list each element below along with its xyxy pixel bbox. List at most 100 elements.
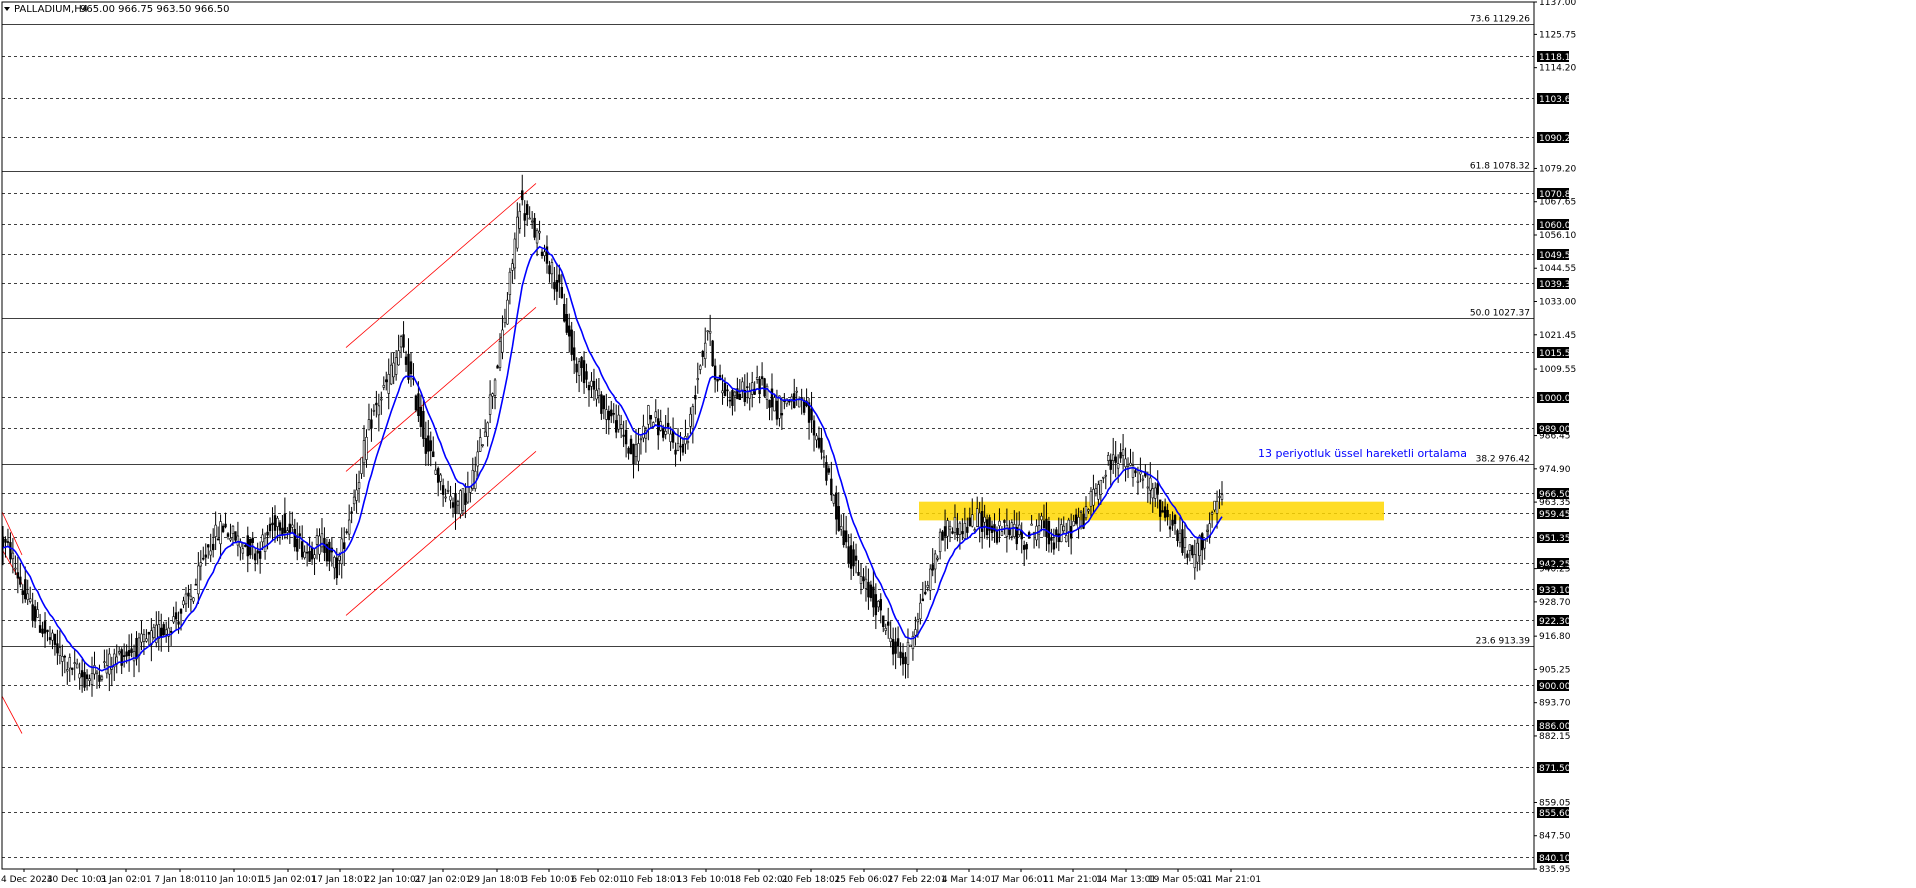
candle-body (177, 621, 180, 625)
candle-body (1173, 515, 1177, 524)
candle-body (607, 410, 610, 421)
x-tick-label: 3 Jan 02:01 (100, 875, 151, 885)
candle-body (555, 280, 559, 292)
candle-body (1094, 488, 1098, 494)
candle-body (998, 520, 1001, 527)
candle-body (543, 251, 546, 256)
candle-body (508, 271, 512, 296)
candle-body (38, 625, 42, 633)
candle-body (956, 527, 959, 536)
y-tick-label: 905.25 (1539, 665, 1571, 675)
candle-body (488, 394, 492, 415)
dropdown-icon[interactable] (4, 7, 10, 11)
candle-body (498, 341, 502, 368)
candle-body (642, 425, 645, 439)
candle-body (716, 378, 719, 382)
candle-body (869, 584, 873, 599)
candle-body (385, 379, 388, 383)
candle-body (830, 478, 833, 496)
candle-body (661, 428, 665, 438)
candle-body (387, 373, 390, 394)
candle-body (382, 385, 385, 388)
candle-body (728, 399, 732, 402)
candle-body (1079, 510, 1083, 513)
candle-body (513, 238, 517, 269)
candle-body (961, 531, 964, 535)
candle-body (182, 600, 185, 606)
candle-body (832, 495, 835, 504)
candle-body (451, 502, 455, 508)
candle-body (444, 496, 447, 499)
candle-body (1196, 542, 1199, 563)
candle-body (560, 286, 564, 299)
candle-body (140, 633, 143, 643)
y-tick-label: 1114.20 (1539, 64, 1576, 74)
candle-body (33, 606, 37, 622)
x-tick-label: 15 Jan 02:01 (260, 875, 317, 885)
candle-body (530, 220, 534, 223)
candle-body (370, 419, 373, 429)
level-badge-label: 886.00 (1539, 722, 1571, 732)
y-tick-label: 963.35 (1539, 498, 1571, 508)
candle-body (847, 546, 850, 564)
level-badge-label: 959.45 (1539, 510, 1571, 520)
candle-body (24, 579, 27, 600)
candle-body (1074, 514, 1078, 524)
candle-body (535, 230, 539, 244)
y-tick-label: 1079.20 (1539, 164, 1576, 174)
candle-body (775, 400, 779, 420)
x-tick-label: 27 Feb 22:01 (887, 875, 946, 885)
plot-frame (1, 1, 1535, 870)
candle-body (788, 400, 791, 403)
chart-header: PALLADIUM,H4 965.00 966.75 963.50 966.50 (4, 4, 230, 15)
candle-body (1003, 520, 1006, 523)
price-chart[interactable]: 1118.101103.601090.201070.851060.001049.… (0, 0, 1916, 888)
candle-body (305, 551, 309, 554)
candle-body (1203, 539, 1206, 549)
candle-body (1087, 509, 1090, 512)
candle-body (755, 376, 759, 380)
level-badge-label: 1039.30 (1539, 280, 1576, 290)
candle-body (924, 591, 927, 595)
candle-body (14, 567, 17, 570)
candle-body (835, 492, 838, 520)
candle-body (271, 522, 274, 526)
candle-body (174, 612, 178, 620)
candle-body (1146, 486, 1150, 489)
x-tick-label: 10 Jan 10:01 (206, 875, 263, 885)
candle-body (1188, 544, 1192, 551)
candle-body (723, 382, 727, 396)
candle-body (28, 598, 32, 602)
candle-body (1149, 477, 1152, 491)
candle-body (300, 541, 304, 558)
candle-body (721, 390, 724, 394)
candle-body (162, 624, 165, 636)
candle-body (224, 523, 227, 528)
candle-body (936, 557, 939, 560)
y-tick-label: 974.90 (1539, 465, 1571, 475)
candle-body (476, 451, 479, 467)
candle-body (367, 419, 371, 431)
candle-body (4, 538, 7, 543)
candle-body (258, 550, 262, 559)
candle-body (827, 468, 831, 473)
level-badge-label: 855.60 (1539, 809, 1571, 819)
level-lines (2, 24, 1534, 858)
candle-body (629, 438, 633, 455)
candle-body (941, 531, 944, 541)
candle-body (88, 678, 91, 681)
candle-body (461, 488, 465, 511)
candle-body (1109, 459, 1112, 470)
candle-body (53, 633, 57, 645)
x-tick-label: 17 Jan 18:01 (312, 875, 369, 885)
candle-body (894, 641, 897, 654)
y-tick-label: 859.05 (1539, 798, 1571, 808)
candle-body (63, 655, 67, 658)
level-badge-label: 840.10 (1539, 854, 1571, 864)
symbol-title: PALLADIUM,H4 (14, 4, 88, 15)
candle-body (919, 602, 922, 620)
candle-body (862, 576, 865, 582)
candle-body (617, 414, 620, 430)
level-badge-label: 933.10 (1539, 586, 1571, 596)
candle-body (197, 565, 200, 595)
